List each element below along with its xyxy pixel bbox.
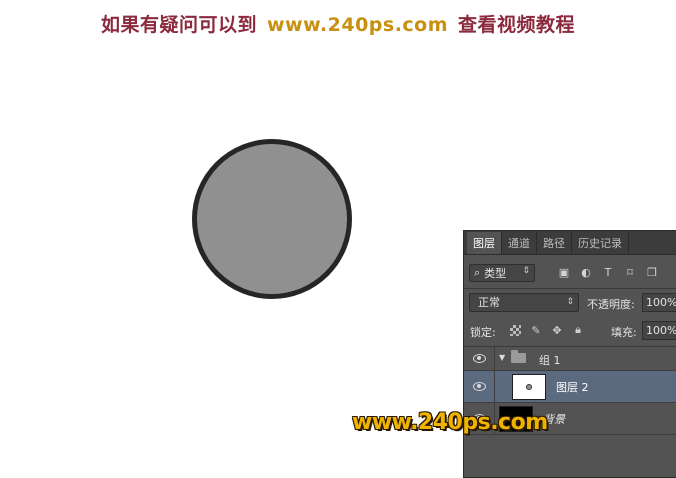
layer-row-group-1[interactable]: ▼ 组 1 <box>464 347 676 371</box>
layer-name: 图层 2 <box>556 381 589 394</box>
opacity-field[interactable]: 100% <box>642 293 676 312</box>
tab-history[interactable]: 历史记录 <box>572 232 629 254</box>
filter-icons: ▣ ◐ T ⌑ ❐ <box>557 265 659 279</box>
lock-row: 锁定: ✎ ✥ 🔒︎ 填充: 100% <box>464 319 676 345</box>
tab-paths[interactable]: 路径 <box>537 232 572 254</box>
lock-label: 锁定: <box>470 326 496 339</box>
blend-row: 正常 ⇕ 不透明度: 100% <box>464 291 676 317</box>
panel-tab-bar: 图层 通道 路径 历史记录 <box>464 231 676 255</box>
lock-image-icon[interactable]: ✎ <box>529 323 543 337</box>
eye-icon <box>472 382 486 391</box>
filter-kind-label: 类型 <box>484 267 507 280</box>
adjustment-filter-icon[interactable]: ◐ <box>579 265 593 279</box>
tab-channels[interactable]: 通道 <box>502 232 537 254</box>
eye-icon <box>472 354 486 363</box>
lock-position-icon[interactable]: ✥ <box>550 323 564 337</box>
watermark-logo: www.240ps.com <box>352 410 548 435</box>
layer-thumbnail <box>512 374 546 400</box>
lock-transparent-icon[interactable] <box>508 323 522 337</box>
tab-layers[interactable]: 图层 <box>467 232 502 254</box>
search-icon: ⌕ <box>474 266 481 279</box>
layer-name: 组 1 <box>539 354 561 367</box>
fill-label: 填充: <box>611 326 637 339</box>
banner-url: www.240ps.com <box>266 14 449 36</box>
layers-panel: 图层 通道 路径 历史记录 ⌕ 类型 ⇕ ▣ ◐ T ⌑ ❐ 正常 ⇕ 不透明度… <box>463 230 676 478</box>
lock-all-icon[interactable]: 🔒︎ <box>571 323 585 337</box>
select-arrows-icon: ⇕ <box>522 266 530 276</box>
banner-text-suffix: 查看视频教程 <box>458 14 576 36</box>
smart-object-filter-icon[interactable]: ❐ <box>645 265 659 279</box>
image-filter-icon[interactable]: ▣ <box>557 265 571 279</box>
filter-row: ⌕ 类型 ⇕ ▣ ◐ T ⌑ ❐ <box>464 261 676 287</box>
folder-icon <box>511 350 526 363</box>
visibility-toggle[interactable] <box>464 371 495 402</box>
fill-field[interactable]: 100% <box>642 321 676 340</box>
blend-mode-select[interactable]: 正常 ⇕ <box>469 293 579 312</box>
layer-row-layer-2[interactable]: 图层 2 <box>464 371 676 403</box>
visibility-toggle[interactable] <box>464 347 495 370</box>
divider <box>464 288 676 289</box>
filter-kind-select[interactable]: ⌕ 类型 ⇕ <box>469 264 535 282</box>
type-filter-icon[interactable]: T <box>601 265 615 279</box>
blend-mode-value: 正常 <box>478 296 500 309</box>
opacity-label: 不透明度: <box>587 298 635 311</box>
canvas-circle-shape[interactable] <box>192 139 352 299</box>
select-arrows-icon: ⇕ <box>566 297 574 307</box>
expand-arrow-icon[interactable]: ▼ <box>499 353 505 362</box>
lock-icons: ✎ ✥ 🔒︎ <box>508 323 585 337</box>
banner-text-prefix: 如果有疑问可以到 <box>100 14 257 36</box>
header-banner: 如果有疑问可以到 www.240ps.com 查看视频教程 <box>0 10 676 37</box>
shape-filter-icon[interactable]: ⌑ <box>623 265 637 279</box>
